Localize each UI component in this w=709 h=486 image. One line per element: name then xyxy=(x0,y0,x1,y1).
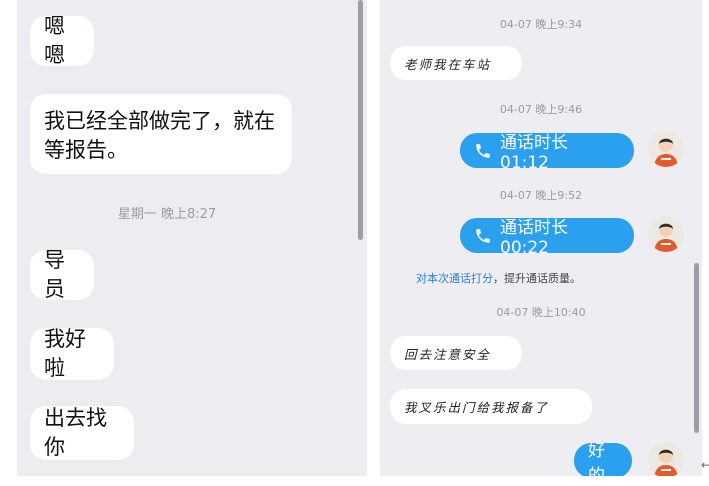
message-text: 回去注意安全 xyxy=(404,346,492,362)
timestamp: 星期一 晚上8:27 xyxy=(117,207,217,222)
call-duration-bubble[interactable]: 通话时长 01:12 xyxy=(460,133,634,173)
phone-icon xyxy=(476,143,490,158)
message-text: 我好啦 xyxy=(44,327,86,380)
rate-call-link[interactable]: 对本次通话打分 xyxy=(416,272,493,285)
message-text: 好的 xyxy=(588,440,605,477)
edge-arrow-icon: ← xyxy=(701,458,709,472)
call-rating-prompt: 对本次通话打分，提升通话质量。 xyxy=(416,270,581,286)
message-text: 出去找你 xyxy=(44,406,107,459)
message-bubble[interactable]: 我叉乐出门给我报备了 xyxy=(390,389,592,424)
message-bubble[interactable]: 老师我在车站 xyxy=(390,46,522,80)
call-duration-bubble[interactable]: 通话时长 00:22 xyxy=(460,218,634,258)
timestamp: 04-07 晚上9:52 xyxy=(499,189,583,202)
timestamp: 04-07 晚上10:40 xyxy=(496,306,586,319)
message-text: 导员 xyxy=(44,248,65,301)
timestamp: 04-07 晚上9:46 xyxy=(499,103,583,116)
message-bubble[interactable]: 出去找你 xyxy=(30,406,134,460)
call-duration-text: 通话时长 01:12 xyxy=(500,133,568,173)
timestamp: 04-07 晚上9:34 xyxy=(499,18,583,31)
avatar-icon[interactable] xyxy=(648,216,684,252)
scrollbar[interactable] xyxy=(358,0,363,240)
reply-bubble[interactable]: 好的 xyxy=(574,441,632,476)
message-text: 嗯嗯 xyxy=(44,14,65,67)
message-bubble[interactable]: 导员 xyxy=(30,248,94,301)
message-text: 我已经全部做完了，就在等报告。 xyxy=(44,108,275,162)
avatar-icon[interactable] xyxy=(648,442,684,476)
message-text: 我叉乐出门给我报备了 xyxy=(404,400,550,415)
avatar-icon[interactable] xyxy=(648,131,684,167)
scrollbar[interactable] xyxy=(694,263,699,433)
message-bubble[interactable]: 嗯嗯 xyxy=(30,14,94,67)
right-chat-panel[interactable]: 04-07 晚上9:34 老师我在车站 04-07 晚上9:46 通话时长 01… xyxy=(380,0,702,476)
message-bubble[interactable]: 我已经全部做完了，就在等报告。 xyxy=(30,94,292,174)
message-bubble[interactable]: 我好啦 xyxy=(30,327,114,380)
rate-call-text: ，提升通话质量。 xyxy=(493,272,581,285)
message-text: 老师我在车站 xyxy=(404,56,492,72)
message-bubble[interactable]: 回去注意安全 xyxy=(390,336,522,370)
phone-icon xyxy=(476,228,490,243)
call-duration-text: 通话时长 00:22 xyxy=(500,218,568,258)
left-chat-panel[interactable]: 嗯嗯 我已经全部做完了，就在等报告。 星期一 晚上8:27 导员 我好啦 出去找… xyxy=(17,0,367,476)
